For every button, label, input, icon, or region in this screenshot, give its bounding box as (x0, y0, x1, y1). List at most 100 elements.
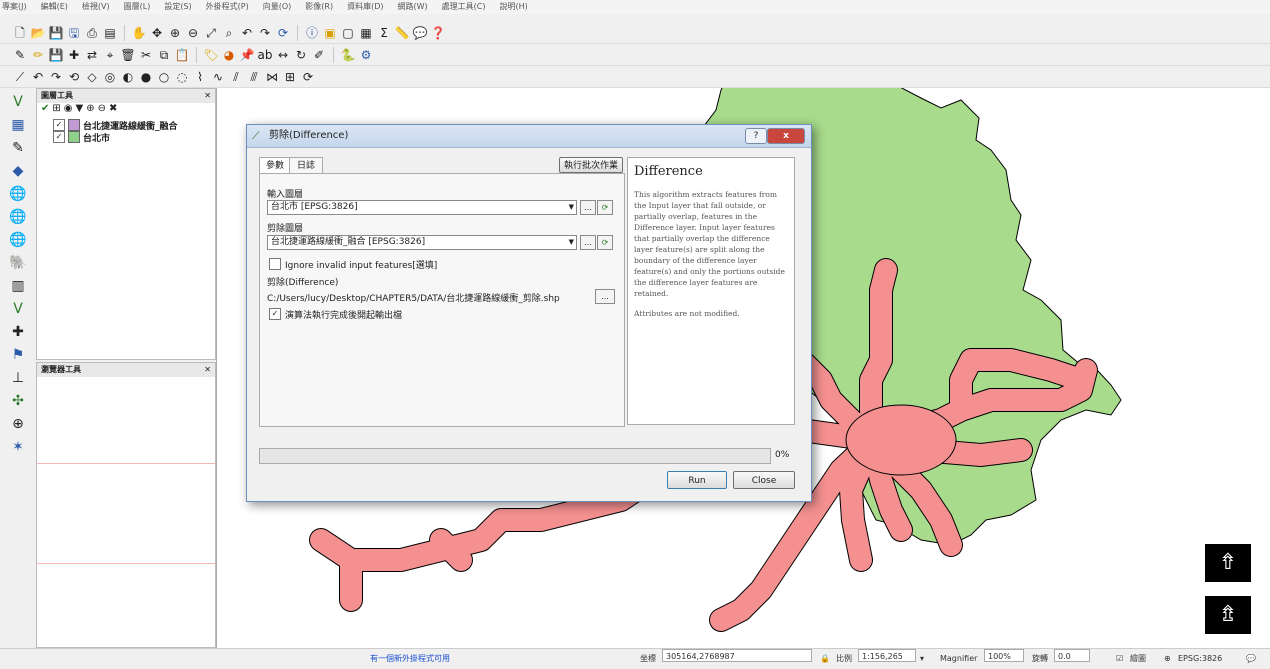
refresh-icon[interactable]: ⟳ (275, 25, 291, 41)
show-labels-icon[interactable]: ab (257, 47, 273, 63)
new-shapefile-icon[interactable]: V (7, 299, 29, 319)
menu-plugins[interactable]: 外掛程式(P) (206, 0, 249, 14)
python-console-icon[interactable]: 🐍 (340, 47, 356, 63)
save-edits-icon[interactable]: 💾 (48, 47, 64, 63)
delete-part-icon[interactable]: ◌ (174, 69, 190, 85)
input-refresh-icon[interactable]: ⟳ (597, 200, 613, 215)
difference-layer-combo[interactable]: 台北捷運路線緩衝_融合 [EPSG:3826] ▼ (267, 235, 577, 250)
crs-label[interactable]: EPSG:3826 (1178, 649, 1222, 669)
add-virtual-layer-icon[interactable]: ▥ (7, 276, 29, 296)
zoom-in-icon[interactable]: ⊕ (167, 25, 183, 41)
layer-visibility-checkbox[interactable]: ✓ (53, 119, 65, 131)
difference-refresh-icon[interactable]: ⟳ (597, 235, 613, 250)
scale-field[interactable]: 1:156,265 (858, 649, 916, 662)
menu-web[interactable]: 網路(W) (398, 0, 428, 14)
new-temp-layer-icon[interactable]: ⊥ (7, 368, 29, 388)
add-wms-icon[interactable]: 🌐 (7, 184, 29, 204)
select-icon[interactable]: ▣ (322, 25, 338, 41)
redo-icon[interactable]: ↷ (48, 69, 64, 85)
offset-curve-icon[interactable]: ∿ (210, 69, 226, 85)
new-gpx-icon[interactable]: ⚑ (7, 345, 29, 365)
menu-vector[interactable]: 向量(O) (263, 0, 292, 14)
change-label-icon[interactable]: ✐ (311, 47, 327, 63)
layer-visibility-checkbox[interactable]: ✓ (53, 131, 65, 143)
add-delimited-text-icon[interactable]: ✎ (7, 138, 29, 158)
deselect-icon[interactable]: ▢ (340, 25, 356, 41)
add-wfs-icon[interactable]: 🌐 (7, 230, 29, 250)
collapse-all-icon[interactable]: ⊖ (98, 103, 109, 114)
composer-manager-icon[interactable]: ▤ (102, 25, 118, 41)
menu-settings[interactable]: 設定(S) (164, 0, 191, 14)
merge-features-icon[interactable]: ⋈ (264, 69, 280, 85)
pan-icon[interactable]: ✋ (131, 25, 147, 41)
save-as-icon[interactable]: 🖫 (66, 25, 82, 41)
menu-layer[interactable]: 圖層(L) (124, 0, 151, 14)
messages-icon[interactable]: 💬 (1246, 649, 1256, 669)
add-vector-icon[interactable]: V (7, 92, 29, 112)
dialog-close-button[interactable]: x (767, 128, 805, 144)
print-composer-icon[interactable]: ⎙ (84, 25, 100, 41)
menu-database[interactable]: 資料庫(D) (347, 0, 383, 14)
dialog-help-button[interactable]: ? (745, 128, 767, 144)
save-project-icon[interactable]: 💾 (48, 25, 64, 41)
difference-browse-button[interactable]: … (580, 235, 596, 250)
advanced-digitize-icon[interactable]: ⟋ (12, 69, 28, 85)
annotation-icon[interactable]: 💬 (412, 25, 428, 41)
coordinate-field[interactable]: 305164,2768987 (662, 649, 812, 662)
output-path-value[interactable]: C:/Users/lucy/Desktop/CHAPTER5/DATA/台北捷運… (267, 291, 560, 304)
north-arrow-icon[interactable]: ⇮ (1205, 544, 1251, 582)
cut-features-icon[interactable]: ✂ (138, 47, 154, 63)
node-tool-icon[interactable]: ⌖ (102, 47, 118, 63)
delete-ring-icon[interactable]: ○ (156, 69, 172, 85)
add-feature-icon[interactable]: ✚ (66, 47, 82, 63)
zoom-next-icon[interactable]: ↷ (257, 25, 273, 41)
fill-ring-icon[interactable]: ● (138, 69, 154, 85)
add-text-layer-icon[interactable]: ✣ (7, 391, 29, 411)
panel-close-icon[interactable]: ✕ (204, 363, 211, 377)
add-part-icon[interactable]: ◐ (120, 69, 136, 85)
new-project-icon[interactable]: 🗋 (12, 25, 28, 41)
paste-features-icon[interactable]: 📋 (174, 47, 190, 63)
crs-globe-icon[interactable]: ⊕ (1164, 649, 1171, 669)
layer-item[interactable]: ✓ 台北捷運路線緩衝_融合 (53, 119, 231, 132)
zoom-out-icon[interactable]: ⊖ (185, 25, 201, 41)
add-ring-icon[interactable]: ◎ (102, 69, 118, 85)
panel-close-icon[interactable]: ✕ (204, 89, 211, 103)
expand-all-icon[interactable]: ⊕ (86, 103, 97, 114)
menu-raster[interactable]: 影像(R) (305, 0, 333, 14)
input-browse-button[interactable]: … (580, 200, 596, 215)
zoom-last-icon[interactable]: ↶ (239, 25, 255, 41)
move-label-icon[interactable]: ↔ (275, 47, 291, 63)
add-spatialite-icon[interactable]: ◆ (7, 161, 29, 181)
copy-features-icon[interactable]: ⧉ (156, 47, 172, 63)
lock-icon[interactable]: 🔒 (820, 649, 830, 669)
rotate-label-icon[interactable]: ↻ (293, 47, 309, 63)
add-postgis-icon[interactable]: 🐘 (7, 253, 29, 273)
statistics-icon[interactable]: Σ (376, 25, 392, 41)
remove-layer-icon[interactable]: ✖ (109, 103, 120, 114)
open-layer-styling-icon[interactable]: ✔ (41, 103, 52, 114)
merge-attributes-icon[interactable]: ⊞ (282, 69, 298, 85)
add-wcs-icon[interactable]: 🌐 (7, 207, 29, 227)
add-wfs-layer-icon[interactable]: ✶ (7, 437, 29, 457)
batch-process-button[interactable]: 執行批次作業 (559, 157, 623, 173)
help-icon[interactable]: ❓ (430, 25, 446, 41)
menu-project[interactable]: 專案(J) (2, 0, 27, 14)
menu-view[interactable]: 檢視(V) (82, 0, 110, 14)
run-button[interactable]: Run (667, 471, 727, 489)
render-checkbox[interactable]: ☑ (1116, 649, 1123, 669)
menu-processing[interactable]: 處理工具(C) (442, 0, 486, 14)
processing-toolbox-icon[interactable]: ⚙ (358, 47, 374, 63)
dialog-titlebar[interactable]: ⟋ 剪除(Difference) ? x (247, 125, 811, 148)
layer-item[interactable]: ✓ 台北市 (53, 131, 231, 144)
move-feature-icon[interactable]: ⇄ (84, 47, 100, 63)
output-browse-button[interactable]: ... (595, 289, 615, 304)
scale-dropdown-icon[interactable]: ▾ (920, 649, 924, 669)
delete-selected-icon[interactable]: 🗑 (120, 47, 136, 63)
menu-edit[interactable]: 編輯(E) (41, 0, 68, 14)
zoom-full-icon[interactable]: ⤢ (203, 25, 219, 41)
open-project-icon[interactable]: 📂 (30, 25, 46, 41)
scale-arrow-icon[interactable]: ⇯ (1205, 596, 1251, 634)
split-features-icon[interactable]: ⫽ (228, 69, 244, 85)
magnifier-field[interactable]: 100% (984, 649, 1024, 662)
